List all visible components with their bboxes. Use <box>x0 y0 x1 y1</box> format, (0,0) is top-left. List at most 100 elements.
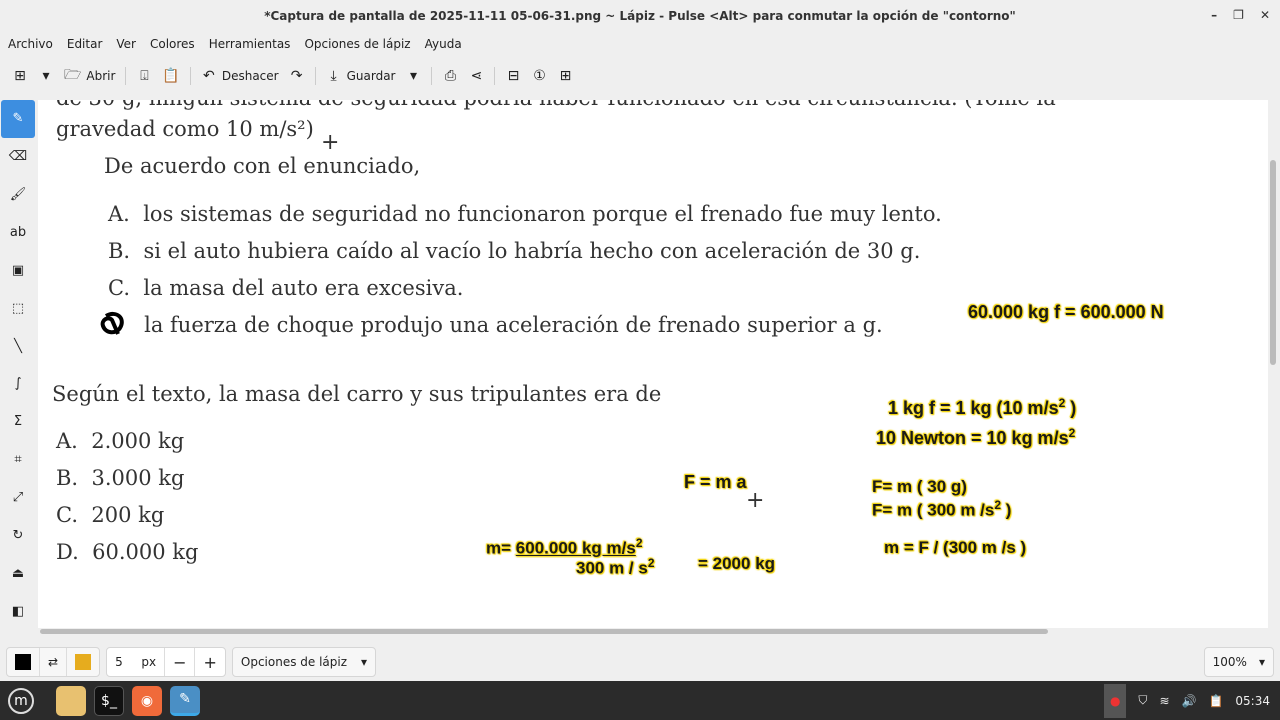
drawing-app-icon[interactable]: ✎ <box>170 685 200 716</box>
size-increase-button[interactable]: + <box>195 648 224 676</box>
menu-archivo[interactable]: Archivo <box>8 37 53 51</box>
zoom-dropdown[interactable]: 100% ▾ <box>1203 647 1274 677</box>
clock[interactable]: 05:34 <box>1235 694 1270 708</box>
minimize-button[interactable]: – <box>1211 8 1217 22</box>
volume-icon[interactable]: 🔊 <box>1182 694 1197 708</box>
option-text: si el auto hubiera caído al vacío lo hab… <box>143 239 921 263</box>
crop-tool[interactable]: ⌗ <box>1 441 35 479</box>
bottom-options-bar: ⇄ 5 px − + Opciones de lápiz ▾ 100% ▾ <box>0 646 1280 678</box>
zoom-in-button[interactable]: ⊞ <box>557 68 573 84</box>
menu-opciones-lapiz[interactable]: Opciones de lápiz <box>304 37 410 51</box>
redo-icon: ↷ <box>290 68 303 84</box>
q2-option-b: B. 3.000 kg <box>56 466 184 490</box>
import-button[interactable]: ⍗ <box>136 68 152 84</box>
mint-menu-icon[interactable]: m <box>8 687 34 714</box>
rectangle-tool[interactable]: ▣ <box>1 251 35 289</box>
save-label: Guardar <box>346 69 396 83</box>
redo-button[interactable]: ↷ <box>289 68 305 84</box>
clipboard-tray-icon[interactable]: 📋 <box>1208 694 1223 708</box>
horizontal-scrollbar[interactable] <box>40 629 1048 634</box>
fraction-denominator: 300 m / s <box>576 558 648 578</box>
crop-icon: ⌗ <box>14 452 22 468</box>
secondary-color-button[interactable] <box>67 648 99 676</box>
annotation-7-denominator: 300 m / s2 <box>576 556 655 579</box>
title-bar: *Captura de pantalla de 2025-11-11 05-06… <box>0 0 1280 32</box>
system-tray: ● ⛉ ≋ 🔊 📋 05:34 <box>1103 681 1270 720</box>
fraction-numerator: 600.000 kg m/s <box>515 538 636 558</box>
pencil-options-label: Opciones de lápiz <box>240 655 348 669</box>
file-manager-icon[interactable] <box>56 685 86 716</box>
annotation-7-result: = 2000 kg <box>698 554 776 573</box>
doc-line-0: de 30 g, ningún sistema de seguridad pod… <box>56 100 1056 110</box>
maximize-button[interactable]: ❐ <box>1233 8 1244 22</box>
pencil-options-dropdown[interactable]: Opciones de lápiz ▾ <box>231 647 377 677</box>
print-button[interactable]: ⎙ <box>442 68 458 84</box>
menu-ver[interactable]: Ver <box>116 37 136 51</box>
menu-colores[interactable]: Colores <box>150 37 195 51</box>
recording-icon[interactable]: ● <box>1103 683 1127 718</box>
doc-line-1: gravedad como 10 m/s²) <box>56 117 314 141</box>
filters-tool[interactable]: ◧ <box>1 592 35 630</box>
q2-option-a: A. 2.000 kg <box>56 429 184 453</box>
primary-color-button[interactable] <box>7 648 40 676</box>
size-input[interactable]: 5 px <box>107 648 166 676</box>
primary-color-swatch <box>15 654 31 670</box>
rotate-icon: ↻ <box>12 527 24 543</box>
firefox-icon[interactable]: ◉ <box>132 685 162 716</box>
menu-editar[interactable]: Editar <box>67 37 103 51</box>
annotation-text: m= <box>486 538 516 558</box>
zoom-out-button[interactable]: ⊟ <box>505 68 521 84</box>
save-button[interactable]: ⤓ Guardar <box>326 68 396 84</box>
window-title: *Captura de pantalla de 2025-11-11 05-06… <box>264 9 1016 23</box>
curve-tool[interactable]: ∫ <box>1 365 35 403</box>
superscript: 2 <box>994 498 1002 512</box>
text-tool[interactable]: ab <box>1 214 35 252</box>
clipboard-icon: 📋 <box>162 68 180 84</box>
scale-tool[interactable]: ⤢ <box>1 479 35 517</box>
rectangle-icon: ▣ <box>11 262 25 278</box>
open-icon: 🗁 <box>64 67 82 83</box>
annotation-3: 10 Newton = 10 kg m/s2 <box>876 426 1075 449</box>
undo-button[interactable]: ↶ Deshacer <box>201 68 279 84</box>
q2-option-d: D. 60.000 kg <box>56 540 198 564</box>
close-button[interactable]: ✕ <box>1260 8 1270 22</box>
zoom-value: 100% <box>1212 655 1247 669</box>
save-dropdown-button[interactable]: ▾ <box>405 68 421 84</box>
annotation-4: F = m a <box>684 472 747 492</box>
undo-icon: ↶ <box>202 68 215 84</box>
option-text: la fuerza de choque produjo una acelerac… <box>144 313 883 337</box>
annotation-text: ) <box>1005 500 1012 520</box>
plus-icon: + <box>203 652 217 672</box>
swap-colors-button[interactable]: ⇄ <box>40 648 68 676</box>
share-button[interactable]: ⋖ <box>468 68 484 84</box>
pencil-tool[interactable]: ✎ <box>1 100 35 138</box>
new-dropdown-button[interactable]: ▾ <box>38 68 54 84</box>
rotate-tool[interactable]: ↻ <box>1 516 35 554</box>
menu-ayuda[interactable]: Ayuda <box>425 37 462 51</box>
wifi-icon[interactable]: ≋ <box>1159 694 1169 708</box>
skew-tool[interactable]: ⏏ <box>1 554 35 592</box>
menu-herramientas[interactable]: Herramientas <box>209 37 291 51</box>
open-button[interactable]: 🗁 Abrir <box>64 64 115 88</box>
brush-tool[interactable]: 🖌 <box>1 176 35 214</box>
terminal-icon[interactable]: $_ <box>94 685 124 716</box>
separator <box>125 67 127 85</box>
vertical-scrollbar[interactable] <box>1270 160 1276 365</box>
download-icon: ⤓ <box>330 68 337 84</box>
line-tool[interactable]: ╲ <box>1 327 35 365</box>
separator <box>494 67 496 85</box>
selection-tool[interactable]: ⬚ <box>1 289 35 327</box>
eraser-tool[interactable]: ⌫ <box>1 138 35 176</box>
q2-option-c: C. 200 kg <box>56 503 164 527</box>
option-text: 60.000 kg <box>92 540 199 564</box>
shield-icon[interactable]: ⛉ <box>1138 693 1147 708</box>
size-decrease-button[interactable]: − <box>165 648 196 676</box>
new-image-button[interactable]: ⊞ <box>12 68 28 84</box>
free-shape-tool[interactable]: Σ <box>1 403 35 441</box>
annotation-text: F= m ( 300 m /s <box>872 500 995 520</box>
zoom-100-button[interactable]: ① <box>531 68 547 84</box>
clipboard-button[interactable]: 📋 <box>162 68 179 84</box>
minus-icon: − <box>173 652 187 672</box>
doc-intro: De acuerdo con el enunciado, <box>104 154 421 178</box>
drawing-canvas[interactable]: de 30 g, ningún sistema de seguridad pod… <box>38 100 1268 628</box>
